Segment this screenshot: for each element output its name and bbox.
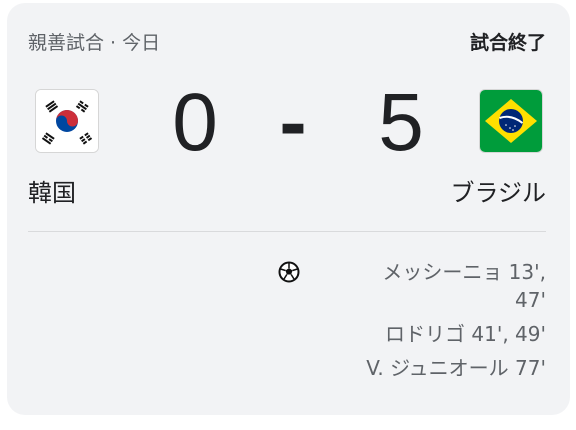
scorer-text: V. ジュニオール 77' [366, 356, 546, 380]
south-korea-flag-icon[interactable] [35, 89, 99, 153]
scorer-text: メッシーニョ 13', [382, 260, 546, 284]
match-status-row: 親善試合 · 今日 試合終了 [28, 27, 546, 55]
soccer-ball-icon [278, 261, 300, 283]
score-separator: - [279, 77, 307, 168]
home-team-name[interactable]: 韓国 [28, 173, 76, 208]
brazil-flag-icon[interactable] [479, 89, 543, 153]
away-goal-scorers: メッシーニョ 13', 47' ロドリゴ 41', 49' V. ジュニオール … [316, 258, 546, 388]
match-status-label: 試合終了 [469, 31, 546, 54]
scorer-text: ロドリゴ 41', 49' [385, 322, 546, 346]
scorer-item: V. ジュニオール 77' [316, 354, 546, 382]
away-score: 5 [378, 77, 424, 168]
away-team-name[interactable]: ブラジル [450, 173, 546, 208]
scorer-item: メッシーニョ 13', 47' [316, 258, 546, 314]
match-type-label: 親善試合 · 今日 [28, 31, 161, 54]
scorer-item: ロドリゴ 41', 49' [316, 320, 546, 348]
match-card[interactable]: 親善試合 · 今日 試合終了 0 - 5 韓国 ブラジル メッシーニョ 13',… [7, 3, 570, 415]
home-score: 0 [172, 77, 218, 168]
scorer-text-cont: 47' [515, 288, 546, 312]
divider [28, 231, 546, 232]
